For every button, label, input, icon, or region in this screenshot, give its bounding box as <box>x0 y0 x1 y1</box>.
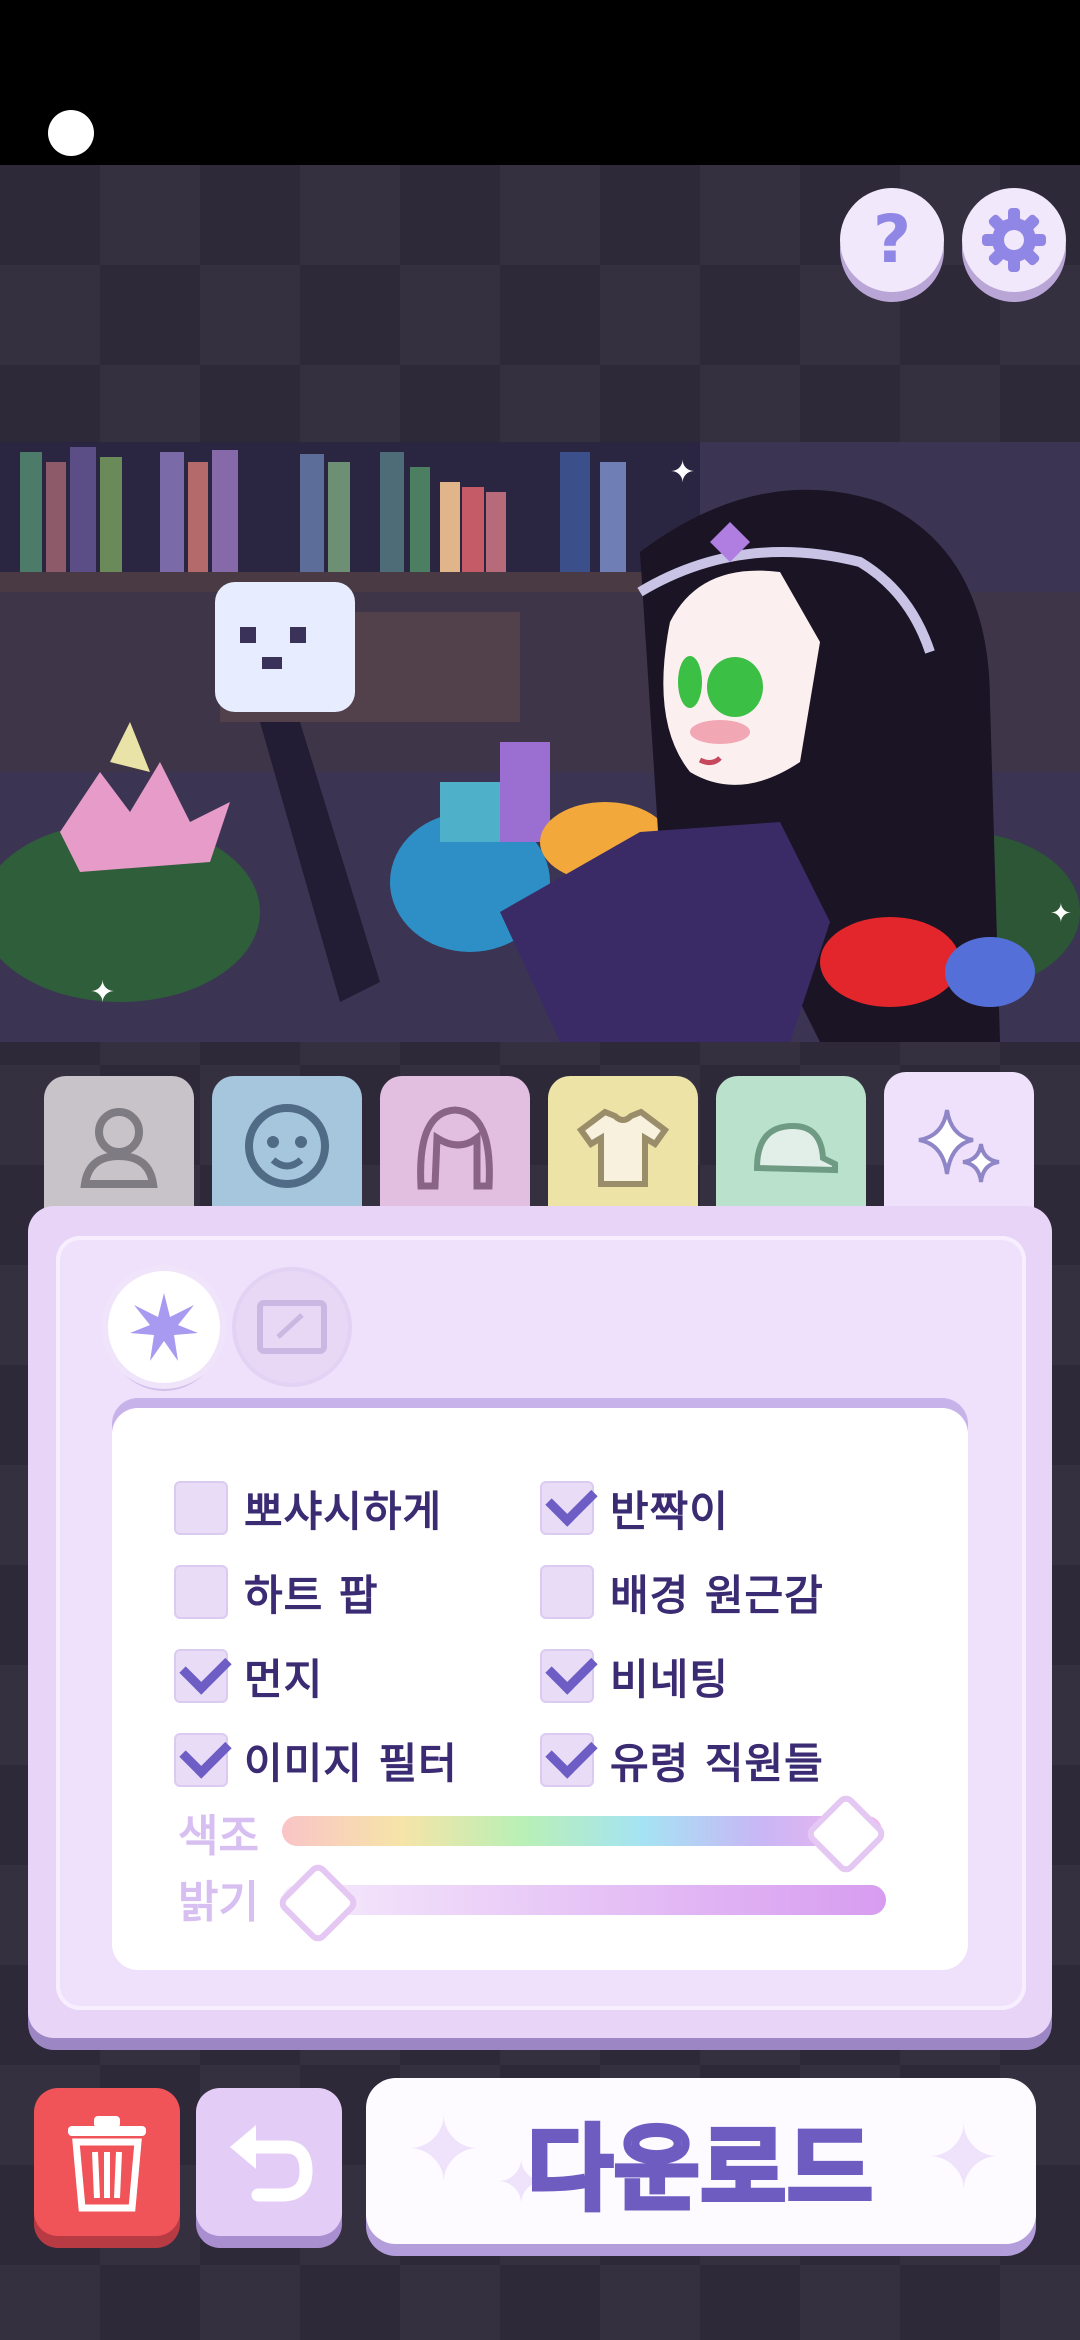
download-button[interactable]: ✦ ✦ ✦ 다운로드 <box>366 2078 1036 2244</box>
scene-illustration: ✦ ✦ ✦ <box>0 442 1080 1042</box>
checkbox[interactable] <box>540 1565 594 1619</box>
tab-effects[interactable] <box>884 1072 1034 1220</box>
option-label: 먼지 <box>244 1654 324 1704</box>
checkbox[interactable] <box>540 1481 594 1535</box>
checkbox[interactable] <box>174 1649 228 1703</box>
delete-button[interactable] <box>34 2088 180 2236</box>
option-depth[interactable]: 배경 원근감 <box>540 1562 824 1622</box>
brightness-label: 밝기 <box>178 1877 259 1928</box>
option-label: 배경 원근감 <box>610 1570 824 1620</box>
option-image-filter[interactable]: 이미지 필터 <box>174 1730 458 1790</box>
checkbox[interactable] <box>540 1733 594 1787</box>
effects-mode-button[interactable] <box>108 1271 220 1383</box>
star-effects-icon <box>130 1293 198 1361</box>
undo-icon <box>230 2125 313 2202</box>
option-label: 비네팅 <box>610 1654 729 1704</box>
option-label: 하트 팝 <box>244 1570 379 1620</box>
body-icon <box>80 1108 158 1188</box>
help-button[interactable]: ? <box>840 188 944 292</box>
brightness-slider[interactable] <box>282 1885 886 1915</box>
frame-mode-button[interactable] <box>236 1271 348 1383</box>
option-heart-pop[interactable]: 하트 팝 <box>174 1562 379 1622</box>
hue-label: 색조 <box>178 1811 259 1862</box>
option-label: 뽀샤시하게 <box>244 1486 443 1536</box>
sparkle-icon <box>918 1109 1000 1183</box>
svg-text:✦: ✦ <box>90 975 115 1010</box>
sparkle-decoration: ✦ <box>406 2098 482 2203</box>
option-dust[interactable]: 먼지 <box>174 1646 323 1706</box>
checkbox[interactable] <box>174 1733 228 1787</box>
settings-button[interactable] <box>962 188 1066 292</box>
option-label: 유령 직원들 <box>610 1738 824 1788</box>
checkbox[interactable] <box>174 1481 228 1535</box>
checkbox[interactable] <box>540 1649 594 1703</box>
question-icon: ? <box>872 201 912 278</box>
character-preview: ✦ ✦ ✦ <box>0 442 1080 1042</box>
tab-face[interactable] <box>212 1076 362 1216</box>
hat-icon <box>753 1122 838 1174</box>
tab-hat[interactable] <box>716 1076 866 1216</box>
download-label: 다운로드 <box>525 2113 875 2225</box>
option-soft-glow[interactable]: 뽀샤시하게 <box>174 1478 442 1538</box>
svg-text:✦: ✦ <box>1050 899 1072 929</box>
svg-text:✦: ✦ <box>670 455 695 490</box>
option-vignette[interactable]: 비네팅 <box>540 1646 729 1706</box>
tab-body[interactable] <box>44 1076 194 1216</box>
shirt-icon <box>576 1108 670 1187</box>
status-bar <box>0 0 1080 165</box>
option-label: 이미지 필터 <box>244 1738 458 1788</box>
hair-icon <box>417 1106 493 1190</box>
sparkle-decoration: ✦ <box>926 2106 1002 2211</box>
gear-icon <box>982 208 1046 272</box>
option-ghost-staff[interactable]: 유령 직원들 <box>540 1730 824 1790</box>
tab-hair[interactable] <box>380 1076 530 1216</box>
undo-button[interactable] <box>196 2088 342 2236</box>
hue-slider[interactable] <box>282 1816 882 1846</box>
checkbox[interactable] <box>174 1565 228 1619</box>
face-icon <box>245 1104 329 1188</box>
option-label: 반짝이 <box>610 1486 729 1536</box>
tab-outfit[interactable] <box>548 1076 698 1216</box>
option-sparkle[interactable]: 반짝이 <box>540 1478 729 1538</box>
frame-icon <box>257 1300 327 1354</box>
camera-dot <box>48 110 94 156</box>
trash-icon <box>68 2116 146 2212</box>
